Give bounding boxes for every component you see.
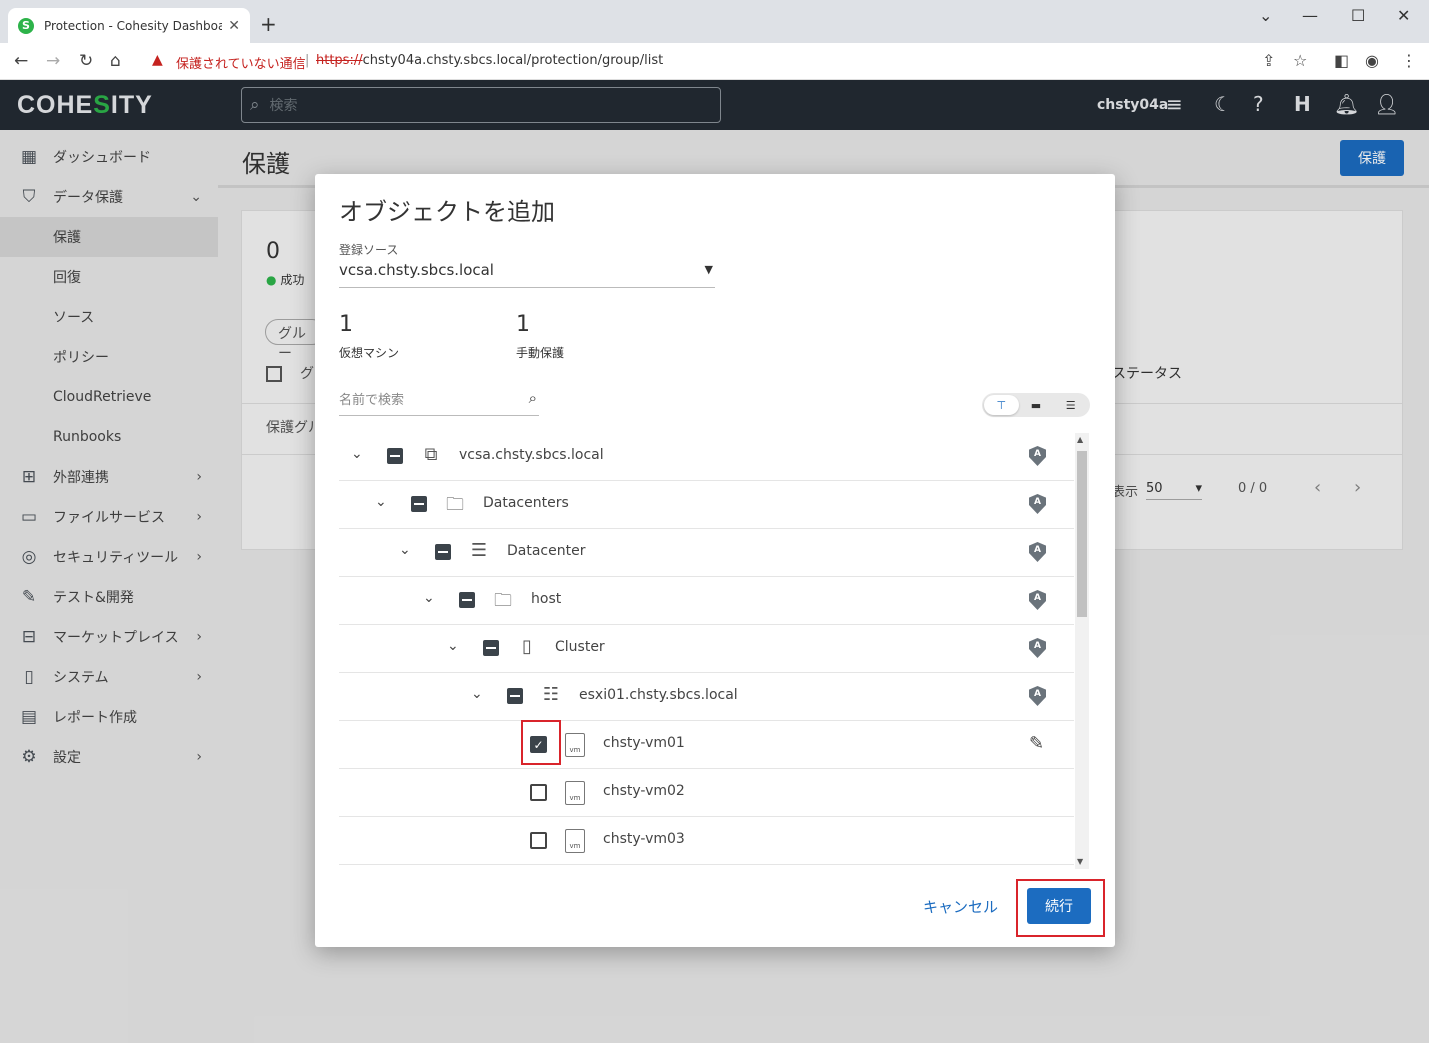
- tree-item-label: esxi01.chsty.sbcs.local: [579, 687, 738, 703]
- auto-protect-shield-icon[interactable]: A: [1029, 638, 1046, 658]
- browser-tab[interactable]: S Protection - Cohesity Dashboard ✕: [8, 8, 250, 43]
- folder-icon: 🗀︎: [494, 590, 512, 611]
- caret-down-icon: ▼: [704, 263, 713, 276]
- tree-item-label: host: [531, 591, 562, 607]
- partial-checkbox[interactable]: [507, 688, 523, 704]
- chevron-down-icon[interactable]: ⌄: [399, 542, 411, 558]
- partial-checkbox[interactable]: [435, 544, 451, 560]
- address-bar: ← → ↻ ⌂ ▲ 保護されていない通信 | https://chsty04a.…: [0, 43, 1429, 80]
- cluster-icon: ▯: [522, 636, 532, 657]
- add-objects-dialog: オブジェクトを追加 登録ソース vcsa.chsty.sbcs.local ▼ …: [315, 174, 1115, 947]
- tree-item-label: Cluster: [555, 639, 605, 655]
- tree-view-icon[interactable]: ⊤: [984, 395, 1019, 415]
- vm-checkbox[interactable]: [530, 832, 547, 849]
- auto-protect-shield-icon[interactable]: A: [1029, 542, 1046, 562]
- sidepanel-icon[interactable]: ◧: [1334, 51, 1349, 70]
- tree-item-label: chsty-vm03: [603, 831, 685, 847]
- name-search-placeholder: 名前で検索: [339, 393, 405, 408]
- vcenter-icon: ⧉: [424, 444, 438, 465]
- tree-scrollbar[interactable]: ▲ ▼: [1075, 433, 1089, 869]
- forward-icon[interactable]: →: [46, 51, 60, 71]
- highlight-vm01-checkbox: [521, 720, 561, 765]
- bookmark-star-icon[interactable]: ☆: [1293, 51, 1307, 70]
- chevron-down-icon[interactable]: ⌄: [375, 494, 387, 510]
- vm-count-label: 仮想マシン: [339, 346, 400, 360]
- tree-item-label: Datacenters: [483, 495, 569, 511]
- tree-row[interactable]: ⌄ ☷ esxi01.chsty.sbcs.local A: [339, 673, 1074, 721]
- insecure-label[interactable]: 保護されていない通信: [176, 53, 306, 72]
- warning-icon[interactable]: ▲: [152, 52, 163, 68]
- close-window-icon[interactable]: ✕: [1397, 6, 1410, 25]
- folder-icon: 🗀︎: [446, 494, 464, 515]
- tree-row[interactable]: ⌄ ⧉ vcsa.chsty.sbcs.local A: [339, 433, 1074, 481]
- manual-count-label: 手動保護: [516, 346, 565, 360]
- new-tab-icon[interactable]: +: [260, 12, 277, 36]
- tree-row[interactable]: ⌄ 🗀︎ Datacenters A: [339, 481, 1074, 529]
- back-icon[interactable]: ←: [14, 51, 28, 71]
- vm-checkbox[interactable]: [530, 784, 547, 801]
- dialog-title: オブジェクトを追加: [339, 198, 555, 226]
- datacenter-icon: ☰: [470, 540, 488, 561]
- partial-checkbox[interactable]: [387, 448, 403, 464]
- auto-protect-shield-icon[interactable]: A: [1029, 590, 1046, 610]
- scroll-thumb[interactable]: [1077, 451, 1087, 617]
- scroll-up-icon[interactable]: ▲: [1077, 435, 1083, 444]
- chevron-down-icon[interactable]: ⌄: [423, 590, 435, 606]
- browser-tab-bar: S Protection - Cohesity Dashboard ✕ + ⌄ …: [0, 0, 1429, 43]
- url-protocol: https://: [316, 53, 363, 68]
- cancel-button[interactable]: キャンセル: [923, 896, 998, 917]
- tab-title: Protection - Cohesity Dashboard: [44, 18, 223, 33]
- tree-row[interactable]: ⌄ ▯ Cluster A: [339, 625, 1074, 673]
- linux-vm-icon: vm: [565, 829, 585, 853]
- view-toggle: ⊤ ▬ ☰: [982, 393, 1090, 417]
- url-path: chsty04a.chsty.sbcs.local/protection/gro…: [362, 53, 664, 68]
- profile-icon[interactable]: ◉: [1365, 51, 1379, 70]
- browser-menu-icon[interactable]: ⋮: [1401, 51, 1417, 70]
- tab-search-icon[interactable]: ⌄: [1259, 6, 1272, 25]
- host-icon: ☷: [542, 684, 560, 705]
- edit-pencil-icon[interactable]: ✎: [1029, 733, 1044, 754]
- tree-row[interactable]: vm chsty-vm03: [339, 817, 1074, 865]
- list-view-icon[interactable]: ☰: [1053, 395, 1088, 415]
- windows-vm-icon: vm: [565, 733, 585, 757]
- tree-row[interactable]: ✓ vm chsty-vm01 ✎: [339, 721, 1074, 769]
- tree-item-label: chsty-vm01: [603, 735, 685, 751]
- maximize-icon[interactable]: ☐: [1351, 6, 1365, 25]
- partial-checkbox[interactable]: [459, 592, 475, 608]
- folder-view-icon[interactable]: ▬: [1019, 395, 1054, 415]
- reload-icon[interactable]: ↻: [79, 51, 93, 71]
- source-select[interactable]: vcsa.chsty.sbcs.local ▼: [339, 261, 715, 288]
- auto-protect-shield-icon[interactable]: A: [1029, 494, 1046, 514]
- source-value: vcsa.chsty.sbcs.local: [339, 261, 494, 279]
- minimize-icon[interactable]: —: [1302, 6, 1318, 25]
- name-search-input[interactable]: 名前で検索 ⌕: [339, 389, 539, 416]
- source-label: 登録ソース: [339, 243, 399, 257]
- cohesity-favicon-icon: S: [18, 17, 34, 34]
- auto-protect-shield-icon[interactable]: A: [1029, 686, 1046, 706]
- url-field[interactable]: https://chsty04a.chsty.sbcs.local/protec…: [316, 53, 663, 68]
- url-separator: |: [305, 53, 310, 68]
- share-icon[interactable]: ⇪: [1262, 51, 1275, 70]
- tree-item-label: Datacenter: [507, 543, 586, 559]
- tree-item-label: chsty-vm02: [603, 783, 685, 799]
- tree-row[interactable]: vm chsty-vm02: [339, 769, 1074, 817]
- search-icon: ⌕: [528, 389, 537, 407]
- scroll-down-icon[interactable]: ▼: [1077, 857, 1083, 866]
- auto-protect-shield-icon[interactable]: A: [1029, 446, 1046, 466]
- chevron-down-icon[interactable]: ⌄: [351, 446, 363, 462]
- vm-count: 1: [339, 312, 353, 337]
- object-tree: ⌄ ⧉ vcsa.chsty.sbcs.local A ⌄ 🗀︎ Datacen…: [339, 433, 1074, 865]
- tree-item-label: vcsa.chsty.sbcs.local: [459, 447, 604, 463]
- home-icon[interactable]: ⌂: [110, 51, 121, 71]
- partial-checkbox[interactable]: [411, 496, 427, 512]
- tree-row[interactable]: ⌄ ☰ Datacenter A: [339, 529, 1074, 577]
- chevron-down-icon[interactable]: ⌄: [447, 638, 459, 654]
- partial-checkbox[interactable]: [483, 640, 499, 656]
- linux-vm-icon: vm: [565, 781, 585, 805]
- tree-row[interactable]: ⌄ 🗀︎ host A: [339, 577, 1074, 625]
- close-tab-icon[interactable]: ✕: [228, 18, 240, 34]
- manual-count: 1: [516, 312, 530, 337]
- chevron-down-icon[interactable]: ⌄: [471, 686, 483, 702]
- highlight-continue-button: [1016, 879, 1105, 937]
